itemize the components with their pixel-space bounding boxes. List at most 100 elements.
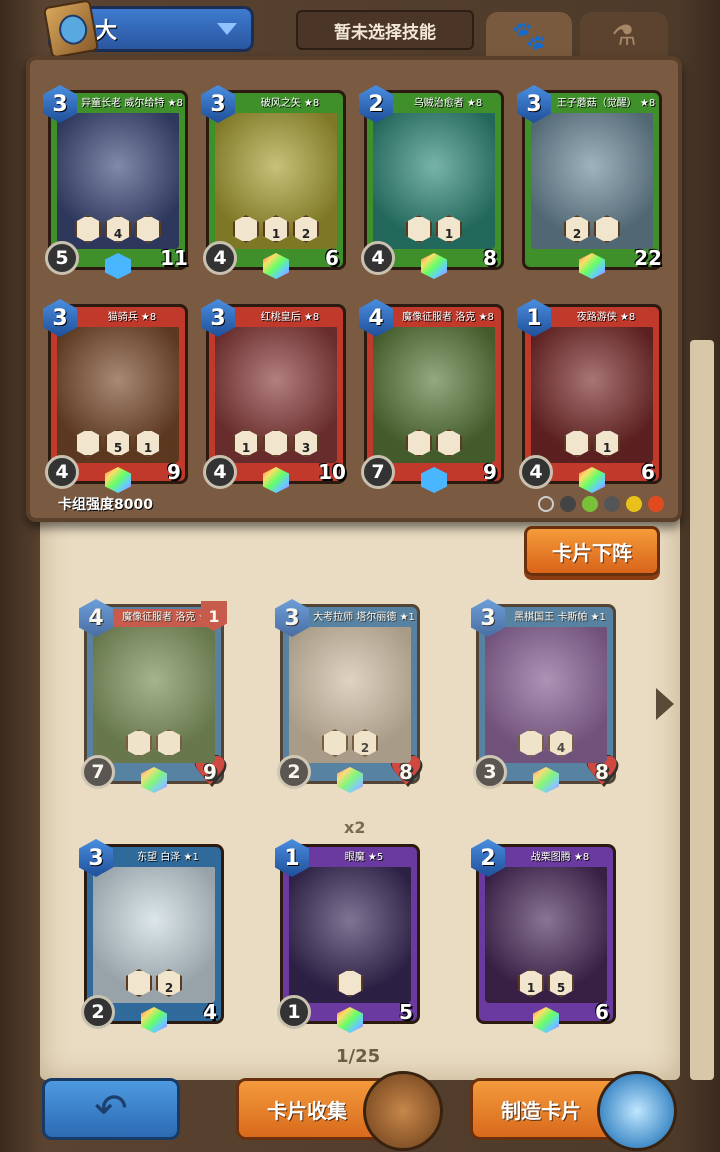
ability-icon [75,215,101,243]
ability-icon [518,729,544,757]
ability-icon [135,215,161,243]
ability-row: 4 [501,729,591,757]
book-edge [690,340,714,1080]
faction-lightning-icon[interactable] [626,496,642,512]
card[interactable]: 战栗图腾 ★82156 [471,839,620,1033]
paw-jar-icon [597,1071,677,1151]
craft-card-label: 制造卡片 [501,1098,581,1123]
card[interactable]: 大考拉师 塔尔丽德 ★13228 [275,599,424,793]
faction-dark-icon[interactable] [560,496,576,512]
card-name: 夜路游侠 ★8 [545,309,657,327]
faction-filter-bar [538,496,664,512]
card-health: 9 [191,752,229,792]
ability-icon: 2 [156,969,182,997]
deck-book-icon [42,0,100,59]
card-health: 8 [471,238,509,278]
ability-icon [126,969,152,997]
ability-icon: 5 [548,969,574,997]
card[interactable]: 夜路游侠 ★81146 [517,299,666,493]
card-health: 6 [583,992,621,1032]
ability-row: 15 [501,969,591,997]
rarity-gem-icon [263,467,289,493]
card-collection-button[interactable]: 卡片收集 [236,1071,443,1151]
ability-icon: 1 [135,429,161,457]
ability-icon: 1 [233,429,259,457]
ability-icon [126,729,152,757]
card-attack: 4 [361,241,395,275]
deck-name: 大 [95,19,118,44]
card-name: 眼魔 ★5 [303,849,415,867]
card[interactable]: 魔像征服者 洛克 ★84791 [79,599,228,793]
rarity-gem-icon [579,253,605,279]
deck-strength: 卡组强度8000 [58,497,153,513]
ability-icon [406,215,432,243]
rarity-gem-icon [263,253,289,279]
card[interactable]: 红桃皇后 ★8 3134 10 [201,299,350,493]
unequip-card-button[interactable]: 卡片下阵 [524,526,660,576]
ability-icon: 1 [594,429,620,457]
faction-shadow-icon[interactable] [604,496,620,512]
skill-select-button[interactable]: 暂未选择技能 [296,10,474,50]
card[interactable]: 魔像征服者 洛克 ★8479 [359,299,508,493]
tab-pets[interactable]: 🐾 [486,12,572,58]
ability-icon [263,429,289,457]
card-attack: 2 [81,995,115,1029]
ability-row: 2 [109,969,199,997]
deck-selector[interactable]: 大 [42,0,254,59]
ability-icon [594,215,620,243]
rarity-gem-icon [421,253,447,279]
card-name: 异童长老 威尔给特 ★8 [71,95,183,113]
chevron-down-icon [217,23,237,35]
ability-icon: 1 [436,215,462,243]
card[interactable]: 黑棋国王 卡斯帕 ★13438 [471,599,620,793]
next-page-arrow-icon[interactable] [656,688,674,720]
card-health: 6 [629,452,667,492]
ability-icon: 5 [105,429,131,457]
deck-panel: 异童长老 威尔给特 ★834511破风之矢 ★831246 乌贼治愈者 ★8 2 1 4… [26,56,682,522]
ability-icon [436,429,462,457]
ability-row: 4 [73,215,163,243]
ability-icon [337,969,363,997]
ability-icon: 2 [352,729,378,757]
card-health: 5 [387,992,425,1032]
rarity-gem-icon [105,467,131,493]
tab-potions[interactable]: ⚗ [580,12,668,58]
ability-icon [75,429,101,457]
ability-icon [156,729,182,757]
ability-icon: 2 [293,215,319,243]
faction-nature-icon[interactable] [582,496,598,512]
copy-count: x2 [344,818,366,837]
card[interactable]: 破风之矢 ★831246 [201,85,350,279]
card[interactable]: 乌贼治愈者 ★82148 [359,85,508,279]
card-health: 10 [313,452,351,492]
card-name: 黑棋国王 卡斯帕 ★1 [499,609,611,627]
card-attack: 3 [473,755,507,789]
ability-row: 1 [547,429,637,457]
card-name: 战栗图腾 ★8 [499,849,611,867]
card[interactable]: 异童长老 威尔给特 ★834511 [43,85,192,279]
card-book-icon [363,1071,443,1151]
back-button[interactable]: ↶ [42,1078,180,1140]
ability-row: 12 [231,215,321,243]
craft-card-button[interactable]: 制造卡片 [470,1071,677,1151]
faction-fire-icon[interactable] [648,496,664,512]
card-name: 乌贼治愈者 ★8 [387,95,499,113]
card-health: 8 [387,752,425,792]
card[interactable]: 眼魔 ★5115 [275,839,424,1033]
faction-neutral-icon[interactable] [538,496,554,512]
card[interactable]: 王子蘑菇（觉醒） ★83222 [517,85,666,279]
card-health: 9 [155,452,193,492]
paw-icon: 🐾 [511,18,547,52]
ability-icon: 4 [548,729,574,757]
rarity-gem-icon [579,467,605,493]
ability-row: 13 [231,429,321,457]
card[interactable]: 东望 白泽 ★13224 [79,839,228,1033]
card-name: 东望 白泽 ★1 [107,849,219,867]
card-attack: 1 [277,995,311,1029]
card-health: 9 [471,452,509,492]
card-name: 破风之矢 ★8 [229,95,341,113]
card[interactable]: 猫骑兵 ★835149 [43,299,192,493]
card-health: 4 [191,992,229,1032]
ability-icon: 4 [105,215,131,243]
card-health: 22 [629,238,667,278]
